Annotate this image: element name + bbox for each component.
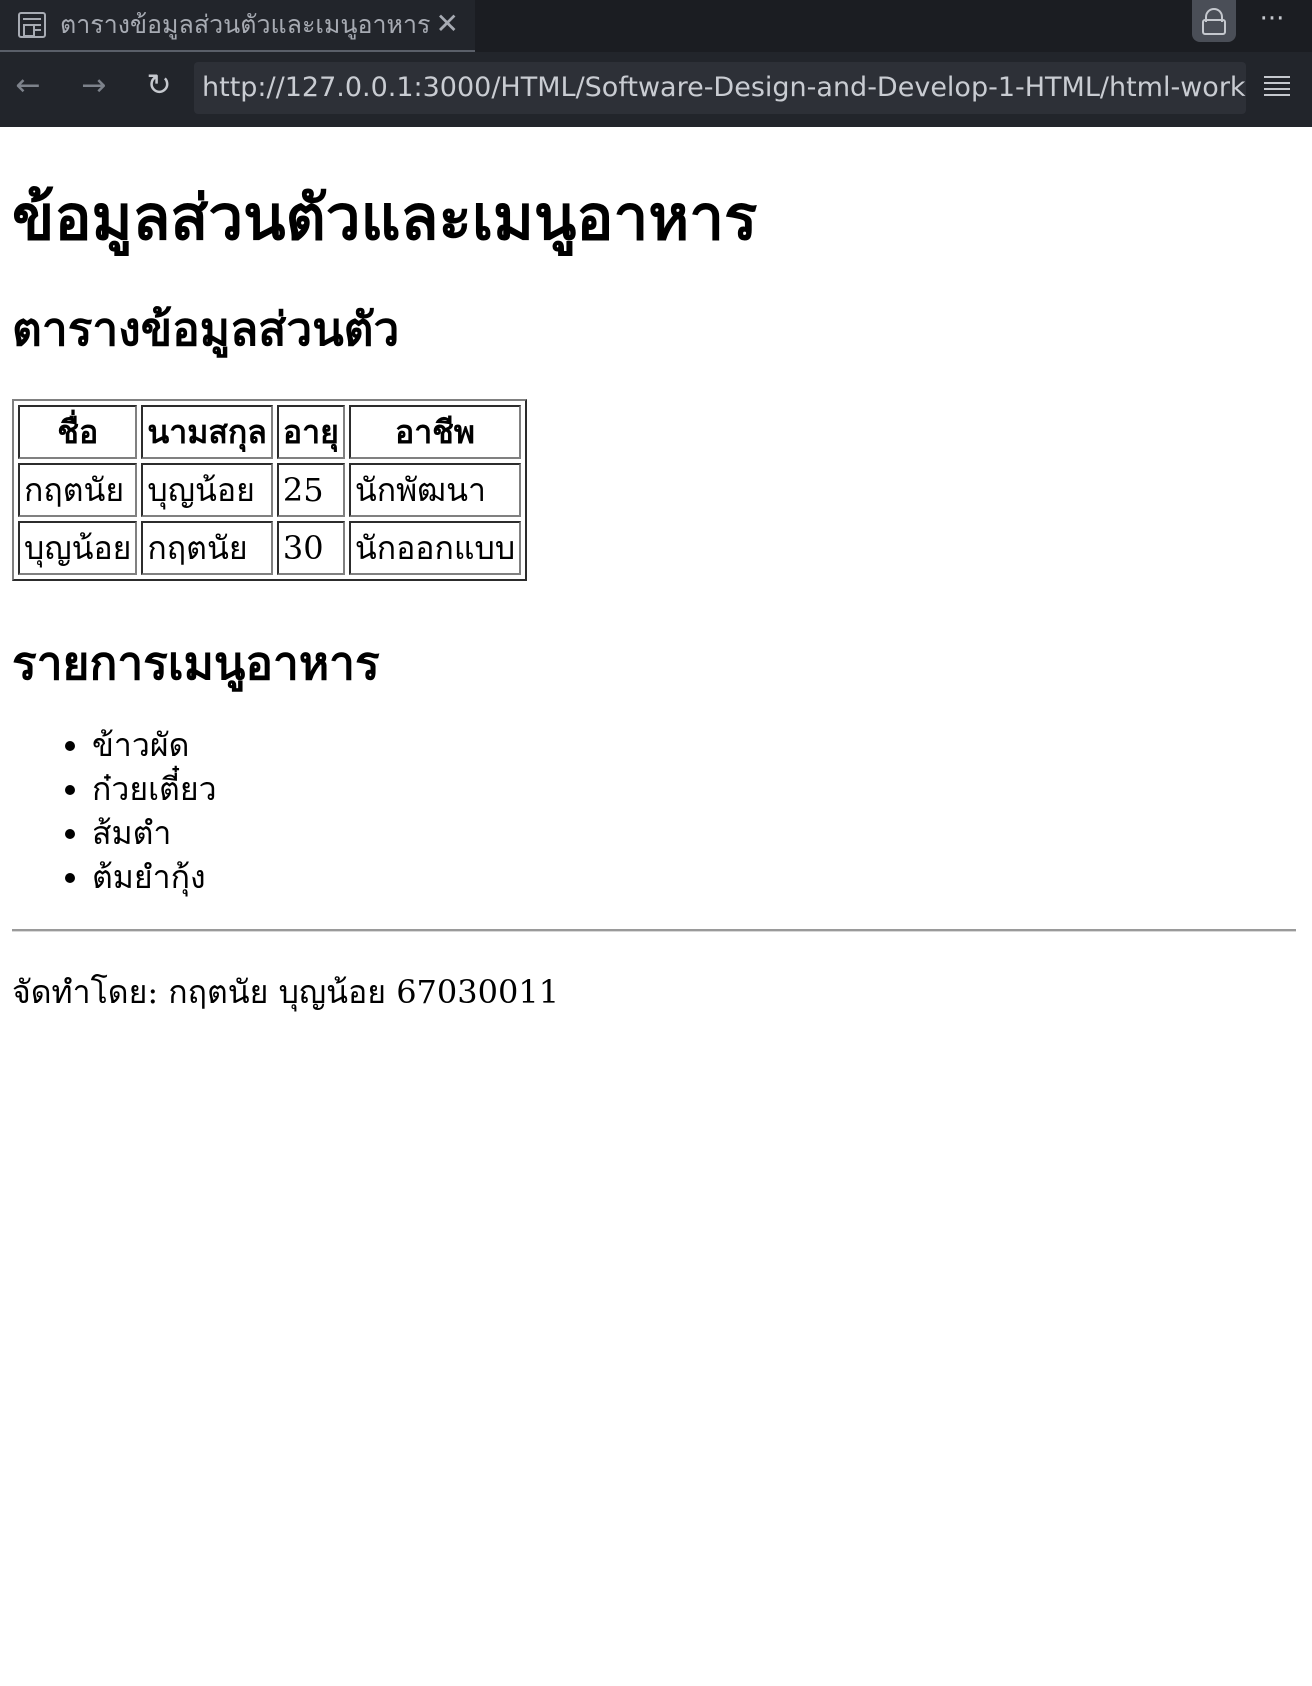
browser-chrome: ตารางข้อมูลส่วนตัวและเมนูอาหาร ✕ ··· ← →… <box>0 0 1312 127</box>
header-first-name: ชื่อ <box>18 405 138 459</box>
page-icon <box>18 12 46 38</box>
menu-heading: รายการเมนูอาหาร <box>12 636 380 690</box>
cell-age: 30 <box>276 521 345 575</box>
close-tab-icon[interactable]: ✕ <box>436 9 459 39</box>
menu-icon[interactable] <box>1264 76 1290 98</box>
header-occupation: อาชีพ <box>348 405 522 459</box>
table-header-row: ชื่อ นามสกุล อายุ อาชีพ <box>18 405 522 459</box>
list-item: ส้มตำ <box>92 811 1302 855</box>
cell-age: 25 <box>276 463 345 517</box>
browser-tab[interactable]: ตารางข้อมูลส่วนตัวและเมนูอาหาร ✕ <box>0 0 475 52</box>
table-heading: ตารางข้อมูลส่วนตัว <box>12 302 400 356</box>
header-age: อายุ <box>276 405 345 459</box>
list-item: ต้มยำกุ้ง <box>92 855 1302 899</box>
table-row: กฤตนัย บุญน้อย 25 นักพัฒนา <box>18 463 522 517</box>
list-item: ข้าวผัด <box>92 723 1302 767</box>
cell-first-name: บุญน้อย <box>18 521 138 575</box>
lock-icon[interactable] <box>1192 0 1236 42</box>
personal-info-table: ชื่อ นามสกุล อายุ อาชีพ กฤตนัย บุญน้อย 2… <box>12 399 528 581</box>
cell-last-name: กฤตนัย <box>141 521 273 575</box>
header-last-name: นามสกุล <box>141 405 273 459</box>
cell-occupation: นักพัฒนา <box>348 463 522 517</box>
list-item: ก๋วยเตี๋ยว <box>92 767 1302 811</box>
back-arrow-icon[interactable]: ← <box>8 66 48 106</box>
reload-icon[interactable]: ↻ <box>139 66 179 106</box>
tab-strip: ตารางข้อมูลส่วนตัวและเมนูอาหาร ✕ ··· <box>0 0 1312 52</box>
tab-title: ตารางข้อมูลส่วนตัวและเมนูอาหาร <box>60 10 431 39</box>
table-row: บุญน้อย กฤตนัย 30 นักออกแบบ <box>18 521 522 575</box>
cell-last-name: บุญน้อย <box>141 463 273 517</box>
forward-arrow-icon[interactable]: → <box>74 66 114 106</box>
page-content: ข้อมูลส่วนตัวและเมนูอาหาร ตารางข้อมูลส่ว… <box>12 127 1302 1014</box>
more-options-icon[interactable]: ··· <box>1252 4 1292 34</box>
cell-first-name: กฤตนัย <box>18 463 138 517</box>
page-title: ข้อมูลส่วนตัวและเมนูอาหาร <box>12 181 758 254</box>
divider <box>12 929 1296 932</box>
navigation-bar: ← → ↻ http://127.0.0.1:3000/HTML/Softwar… <box>0 52 1312 127</box>
address-bar[interactable]: http://127.0.0.1:3000/HTML/Software-Desi… <box>194 62 1246 114</box>
footer-credit: จัดทำโดย: กฤตนัย บุญน้อย 67030011 <box>12 973 560 1011</box>
cell-occupation: นักออกแบบ <box>348 521 522 575</box>
menu-list: ข้าวผัด ก๋วยเตี๋ยว ส้มตำ ต้มยำกุ้ง <box>12 723 1302 899</box>
